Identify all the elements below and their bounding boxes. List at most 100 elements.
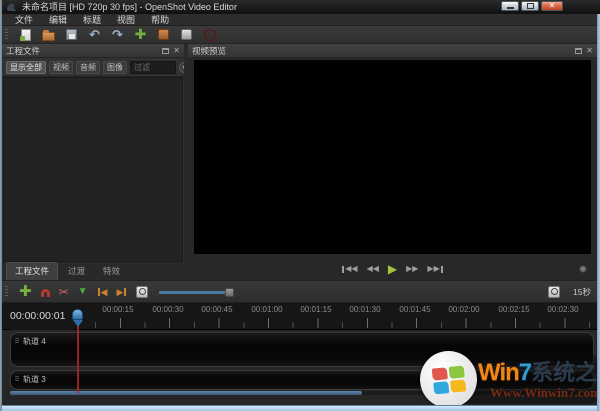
menu-file[interactable]: 文件 — [8, 14, 40, 26]
filter-video-button[interactable]: 视频 — [49, 61, 73, 74]
open-project-button[interactable] — [41, 27, 56, 42]
close-icon: ✕ — [549, 2, 556, 10]
redo-icon: ↷ — [112, 28, 123, 41]
timeline-toolbar-grip[interactable] — [5, 286, 8, 298]
window-title: 未命名项目 [HD 720p 30 fps] - OpenShot Video … — [22, 0, 237, 14]
new-project-icon — [21, 29, 31, 41]
next-marker-bar — [124, 288, 126, 296]
zoom-slider-fill — [159, 291, 227, 294]
left-panel-tabs: 工程文件 过渡 特效 — [2, 262, 184, 280]
import-image-sequence-icon — [158, 29, 169, 40]
main-toolbar: ↶ ↷ ✚ — [2, 26, 597, 44]
ruler-label: 00:00:15 — [102, 305, 133, 314]
playhead-marker-tip — [73, 320, 83, 327]
toolbar-grip[interactable] — [5, 29, 8, 41]
ruler-label: 00:00:30 — [152, 305, 183, 314]
previous-marker-icon[interactable]: ◀ — [97, 287, 108, 297]
new-project-button[interactable] — [18, 27, 33, 42]
tab-transitions[interactable]: 过渡 — [60, 263, 93, 280]
next-marker-icon[interactable]: ▶ — [116, 287, 127, 297]
track-grip-icon — [15, 376, 19, 382]
float-panel-icon[interactable] — [162, 48, 169, 54]
export-video-button[interactable] — [202, 27, 217, 42]
razor-icon[interactable]: ✂ — [59, 286, 69, 298]
jump-to-start-button[interactable]: ◀◀ — [341, 263, 357, 275]
redo-button[interactable]: ↷ — [110, 27, 125, 42]
menu-view[interactable]: 视图 — [110, 14, 142, 26]
project-files-list[interactable] — [3, 77, 183, 262]
rewind-button[interactable]: ◀◀ — [367, 263, 379, 275]
snapping-icon[interactable] — [41, 289, 50, 297]
openshot-window: 未命名项目 [HD 720p 30 fps] - OpenShot Video … — [0, 0, 600, 411]
menu-help[interactable]: 帮助 — [144, 14, 176, 26]
maximize-icon — [527, 3, 534, 9]
menu-title[interactable]: 标题 — [76, 14, 108, 26]
filter-input[interactable] — [130, 61, 176, 74]
project-files-header: 工程文件 ✕ — [2, 44, 184, 58]
add-track-icon[interactable]: ✚ — [19, 285, 32, 299]
track-row[interactable]: 轨道 3 — [10, 370, 594, 390]
ruler-label: 00:02:15 — [498, 305, 529, 314]
snapshot-icon[interactable] — [579, 265, 587, 273]
save-project-icon — [66, 29, 77, 40]
menu-edit[interactable]: 编辑 — [42, 14, 74, 26]
track-grip-icon — [15, 338, 19, 344]
track-name: 轨道 4 — [23, 336, 46, 347]
timeline-ruler[interactable]: 00:00:15 00:00:30 00:00:45 00:01:00 00:0… — [2, 303, 597, 330]
play-button[interactable]: ▶ — [388, 263, 397, 275]
save-project-button[interactable] — [64, 27, 79, 42]
main-area: 工程文件 ✕ 显示全部 视频 音频 图像 ● 工程文件 过渡 特效 视频 — [2, 44, 597, 280]
timeline-horizontal-scrollbar[interactable] — [10, 391, 594, 395]
fast-forward-icon: ▶▶ — [406, 263, 418, 275]
track-row[interactable]: 轨道 4 — [10, 332, 594, 367]
filter-show-all-button[interactable]: 显示全部 — [6, 61, 46, 74]
tab-effects[interactable]: 特效 — [95, 263, 128, 280]
choose-profile-button[interactable] — [179, 27, 194, 42]
minimize-button[interactable] — [501, 1, 519, 11]
video-preview-title: 视频预览 — [192, 45, 575, 57]
video-display[interactable] — [194, 60, 591, 254]
project-files-panel: 工程文件 ✕ 显示全部 视频 音频 图像 ● 工程文件 过渡 特效 — [2, 44, 184, 280]
ruler-major-ticks — [2, 318, 597, 328]
import-files-icon: ✚ — [135, 28, 147, 41]
openshot-logo-icon — [6, 2, 18, 12]
ruler-label: 00:02:00 — [448, 305, 479, 314]
zoom-out-icon[interactable] — [548, 286, 560, 298]
float-panel-icon[interactable] — [575, 48, 582, 54]
filter-audio-button[interactable]: 音频 — [76, 61, 100, 74]
previous-marker-bar — [98, 288, 100, 296]
filter-image-button[interactable]: 图像 — [103, 61, 127, 74]
close-panel-icon[interactable]: ✕ — [586, 47, 593, 55]
zoom-scale-label: 15秒 — [573, 286, 591, 298]
ruler-label: 00:01:00 — [251, 305, 282, 314]
scrollbar-thumb[interactable] — [10, 391, 362, 395]
playhead-marker[interactable] — [72, 309, 83, 320]
window-controls: ✕ — [501, 1, 563, 11]
ruler-label: 00:02:30 — [547, 305, 578, 314]
fast-forward-button[interactable]: ▶▶ — [406, 263, 418, 275]
playhead-line — [77, 326, 79, 393]
video-preview-panel: 视频预览 ✕ ◀◀ ◀◀ ▶ ▶▶ ▶▶ — [188, 44, 597, 280]
undo-button[interactable]: ↶ — [87, 27, 102, 42]
jump-to-end-button[interactable]: ▶▶ — [427, 263, 443, 275]
export-video-icon — [204, 29, 216, 41]
ruler-label: 00:01:45 — [399, 305, 430, 314]
add-marker-icon[interactable]: ▼ — [78, 287, 88, 297]
undo-icon: ↶ — [89, 28, 100, 41]
import-files-button[interactable]: ✚ — [133, 27, 148, 42]
tab-project-files[interactable]: 工程文件 — [6, 262, 58, 280]
maximize-button[interactable] — [521, 1, 539, 11]
import-image-sequence-button[interactable] — [156, 27, 171, 42]
zoom-in-icon[interactable] — [136, 286, 148, 298]
timeline-zoom-slider[interactable] — [159, 286, 539, 298]
window-border-left — [0, 0, 2, 411]
open-project-icon — [42, 32, 55, 41]
zoom-slider-handle[interactable] — [225, 288, 234, 297]
ruler-label: 00:00:45 — [201, 305, 232, 314]
timeline-tracks-area[interactable]: 轨道 4 轨道 3 — [2, 330, 597, 405]
close-button[interactable]: ✕ — [541, 1, 563, 11]
ruler-label: 00:01:30 — [349, 305, 380, 314]
transport-controls: ◀◀ ◀◀ ▶ ▶▶ ▶▶ — [188, 263, 597, 275]
title-bar[interactable]: 未命名项目 [HD 720p 30 fps] - OpenShot Video … — [0, 0, 600, 14]
close-panel-icon[interactable]: ✕ — [173, 47, 180, 55]
